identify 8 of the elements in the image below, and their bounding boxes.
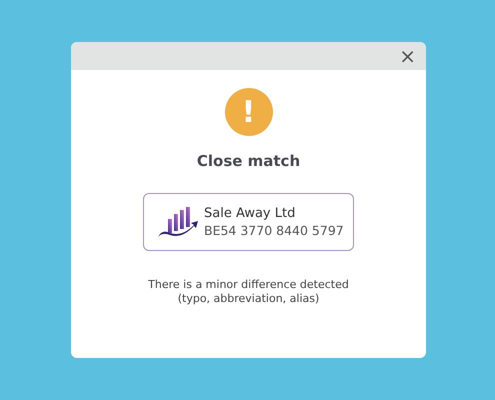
account-number: BE54 3770 8440 5797 [204, 223, 344, 238]
message-text: (typo, abbreviation, alias) [178, 292, 320, 306]
warning-icon: ! [224, 88, 272, 136]
account-name: Sale Away Ltd [204, 206, 296, 221]
logo-icon [156, 205, 200, 239]
close-button[interactable]: × [397, 46, 418, 66]
dialog-title: Close match [196, 152, 300, 170]
message-text: There is a minor difference detected [148, 278, 349, 292]
